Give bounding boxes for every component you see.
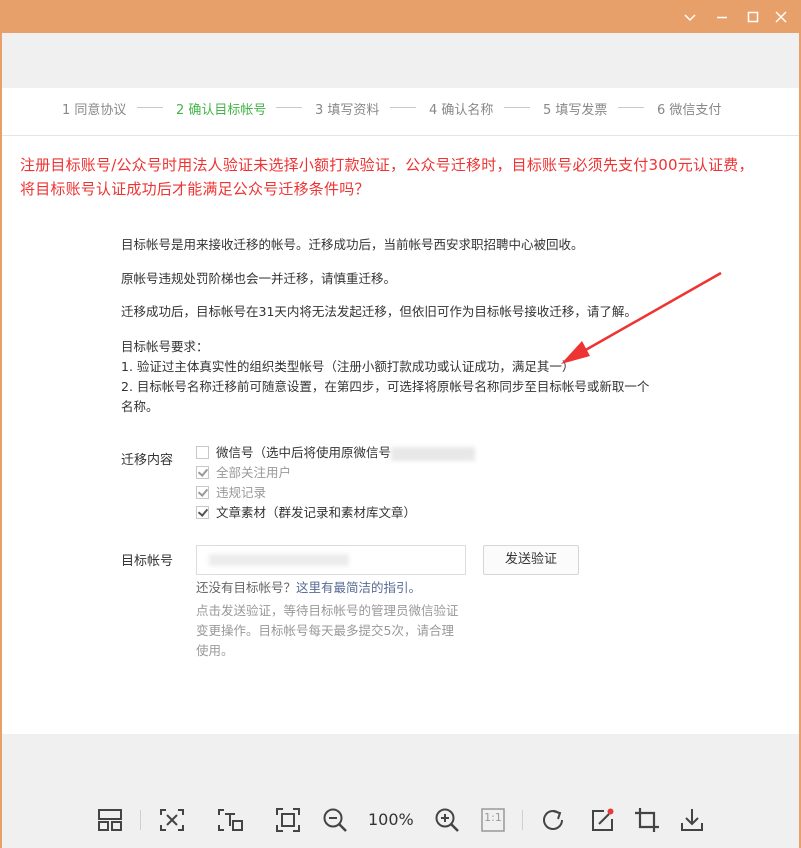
toolbar-divider: [522, 810, 523, 830]
scan-icon[interactable]: [158, 806, 186, 834]
requirement-2: 2. 目标帐号名称迁移前可随意设置，在第四步，可选择将原帐号名称同步至目标帐号或…: [121, 379, 650, 394]
text-extract-icon[interactable]: [216, 806, 244, 834]
actual-size-label: 1:1: [484, 811, 502, 824]
layout-icon[interactable]: [96, 806, 124, 834]
guide-link[interactable]: 这里有最简洁的指引。: [296, 580, 421, 595]
step-separator: [390, 107, 416, 108]
option-violation-records: 违规记录: [196, 484, 266, 502]
fit-screen-icon[interactable]: [274, 806, 302, 834]
checkbox-checked[interactable]: [196, 506, 209, 519]
step-separator: [137, 107, 163, 108]
zoom-out-icon[interactable]: [321, 806, 349, 834]
checkbox-checked-disabled: [196, 486, 209, 499]
redacted-value: [391, 446, 476, 461]
step-separator: [504, 107, 530, 108]
step-3: 3 填写资料: [315, 103, 380, 118]
step-5: 5 填写发票: [543, 103, 608, 118]
actual-size-icon[interactable]: 1:1: [479, 806, 507, 834]
requirements-title: 目标帐号要求：: [121, 339, 209, 354]
option-label: 微信号（选中后将使用原微信号: [216, 445, 392, 460]
rotate-icon[interactable]: [539, 806, 567, 834]
window-titlebar: [0, 0, 801, 33]
step-progress: 1 同意协议 2 确认目标帐号 3 填写资料 4 确认名称 5 填写发票 6 微…: [2, 88, 799, 136]
no-account-hint: 还没有目标帐号？这里有最简洁的指引。: [196, 578, 421, 598]
question-line-2: 将目标账号认证成功后才能满足公众号迁移条件吗？: [20, 180, 370, 198]
step-6: 6 微信支付: [657, 103, 722, 118]
toolbar-divider: [140, 810, 141, 830]
option-all-followers: 全部关注用户: [196, 464, 291, 482]
intro-paragraph-1: 目标帐号是用来接收迁移的帐号。迁移成功后，当前帐号西安求职招聘中心被回收。: [121, 237, 584, 252]
verification-note-2: 变更操作。目标帐号每天最多提交5次，请合理: [196, 623, 454, 638]
close-icon[interactable]: [772, 8, 790, 26]
hint-prefix: 还没有目标帐号？: [196, 580, 297, 595]
option-wechat-id[interactable]: 微信号（选中后将使用原微信号: [196, 444, 476, 462]
option-article-materials[interactable]: 文章素材（群发记录和素材库文章）: [196, 504, 416, 522]
requirement-2-continued: 名称。: [121, 399, 159, 414]
step-separator: [618, 107, 644, 108]
redacted-value: [209, 554, 349, 566]
option-label: 文章素材（群发记录和素材库文章）: [216, 505, 417, 520]
intro-paragraph-2: 原帐号违规处罚阶梯也会一并迁移，请慎重迁移。: [121, 271, 397, 286]
chevron-down-icon[interactable]: [681, 8, 699, 26]
minimize-icon[interactable]: [713, 8, 731, 26]
target-account-label: 目标帐号: [121, 554, 174, 569]
question-text: 注册目标账号/公众号时用法人验证未选择小额打款验证，公众号迁移时，目标账号必须先…: [20, 153, 795, 201]
checkbox[interactable]: [196, 446, 209, 459]
send-verification-button[interactable]: 发送验证: [483, 545, 579, 575]
verification-note-1: 点击发送验证，等待目标帐号的管理员微信验证: [196, 603, 459, 618]
question-line-1: 注册目标账号/公众号时用法人验证未选择小额打款验证，公众号迁移时，目标账号必须先…: [20, 156, 754, 174]
zoom-in-icon[interactable]: [433, 806, 461, 834]
verification-note-3: 使用。: [196, 643, 234, 658]
checkbox-checked-disabled: [196, 466, 209, 479]
crop-icon[interactable]: [633, 806, 661, 834]
target-account-input[interactable]: [196, 545, 466, 575]
download-icon[interactable]: [678, 806, 706, 834]
window-frame-left: [0, 33, 2, 848]
header-area: [2, 33, 799, 88]
step-separator: [276, 107, 302, 108]
zoom-level: 100%: [368, 810, 414, 829]
step-2-active: 2 确认目标帐号: [176, 103, 267, 118]
step-1: 1 同意协议: [62, 103, 127, 118]
maximize-icon[interactable]: [744, 8, 762, 26]
requirement-1: 1. 验证过主体真实性的组织类型帐号（注册小额打款成功或认证成功，满足其一）: [121, 359, 575, 374]
migrate-content-label: 迁移内容: [121, 453, 174, 468]
step-4: 4 确认名称: [429, 103, 494, 118]
option-label: 全部关注用户: [216, 465, 292, 480]
option-label: 违规记录: [216, 485, 267, 500]
edit-icon[interactable]: [588, 806, 616, 834]
intro-paragraph-3: 迁移成功后，目标帐号在31天内将无法发起迁移，但依旧可作为目标帐号接收迁移，请了…: [121, 304, 637, 319]
